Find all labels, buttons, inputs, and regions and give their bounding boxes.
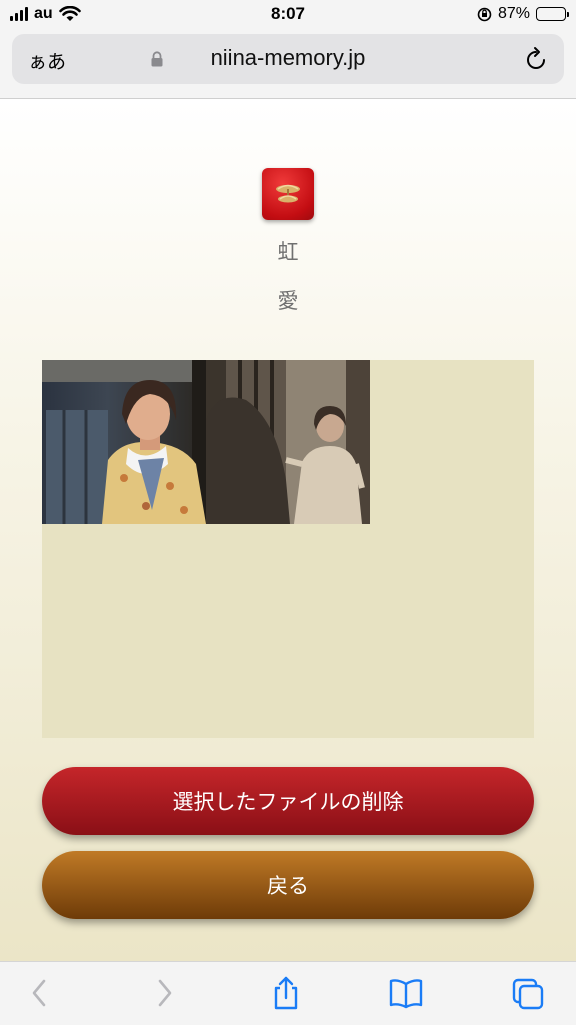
back-icon[interactable] (22, 976, 58, 1010)
name-char-first: 虹 (277, 240, 299, 264)
browser-toolbar (0, 961, 576, 1025)
crest-icon (276, 184, 300, 203)
logo (262, 168, 314, 220)
photo-thumbnail[interactable] (42, 360, 206, 524)
url-text[interactable]: niina-memory.jp (12, 45, 564, 71)
tabs-icon[interactable] (510, 976, 546, 1010)
forward-icon[interactable] (146, 976, 182, 1010)
address-bar[interactable]: ぁあ niina-memory.jp (12, 34, 564, 84)
photo-image (42, 360, 206, 524)
delete-selected-files-button[interactable]: 選択したファイルの削除 (42, 767, 534, 835)
page-content: 虹 愛 選択したファイルの削除 戻る (0, 99, 576, 961)
photo-gallery (42, 360, 534, 738)
orientation-lock-icon (477, 7, 492, 21)
photo-thumbnail[interactable] (206, 360, 370, 524)
photo-image (206, 360, 370, 524)
back-button[interactable]: 戻る (42, 851, 534, 919)
status-bar: au 8:07 87% (0, 0, 576, 30)
battery-percent: 87% (497, 5, 530, 22)
status-right: 87% (477, 5, 569, 23)
share-icon[interactable] (268, 976, 304, 1010)
bookmarks-icon[interactable] (388, 976, 424, 1010)
browser-address-area: ぁあ niina-memory.jp (0, 30, 576, 99)
name-char-second: 愛 (277, 289, 299, 313)
battery-icon (536, 7, 569, 21)
reload-icon[interactable] (524, 46, 548, 72)
